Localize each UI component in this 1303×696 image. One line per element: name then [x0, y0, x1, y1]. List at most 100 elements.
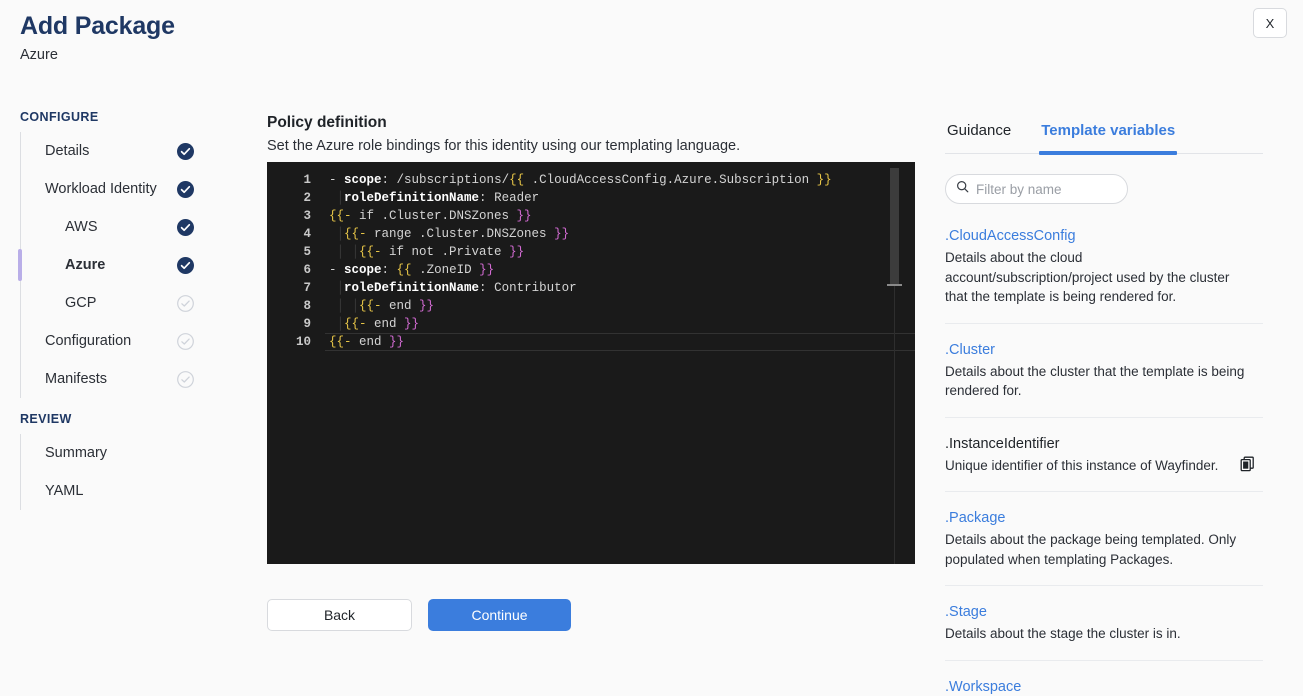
- sidebar-item-azure[interactable]: Azure: [18, 246, 240, 284]
- line-number: 1: [303, 173, 311, 187]
- line-number: 2: [303, 191, 311, 205]
- line-number: 5: [303, 245, 311, 259]
- line-content: - scope: /subscriptions/{{ .CloudAccessC…: [329, 173, 832, 187]
- section-description: Set the Azure role bindings for this ide…: [267, 138, 741, 154]
- wizard-actions: Back Continue: [267, 599, 571, 631]
- variable-name[interactable]: .Cluster: [945, 340, 1263, 360]
- code-line[interactable]: 1 - scope: /subscriptions/{{ .CloudAccess…: [267, 171, 915, 189]
- close-icon[interactable]: X: [1253, 8, 1287, 38]
- line-number: 3: [303, 209, 311, 223]
- code-line[interactable]: 8 │ │{{- end }}: [267, 297, 915, 315]
- right-panel-clip: Guidance Template variables Filter by nam…: [945, 118, 1275, 696]
- sidebar-item-label: YAML: [45, 483, 84, 499]
- sidebar-item-label: Workload Identity: [45, 181, 157, 197]
- line-content: {{- if .Cluster.DNSZones }}: [329, 209, 532, 223]
- variable-description: Details about the cloud account/subscrip…: [945, 250, 1230, 304]
- code-line[interactable]: 9 │{{- end }}: [267, 315, 915, 333]
- policy-definition-section: Policy definition Set the Azure role bin…: [267, 112, 907, 157]
- variable-description: Details about the stage the cluster is i…: [945, 626, 1181, 641]
- sidebar-item-label: Manifests: [45, 371, 108, 387]
- check-filled-icon: [177, 256, 194, 274]
- back-button[interactable]: Back: [267, 599, 412, 631]
- template-variable-item: .Cluster Details about the cluster that t…: [945, 340, 1263, 418]
- code-line[interactable]: 3 {{- if .Cluster.DNSZones }}: [267, 207, 915, 225]
- check-filled-icon: [177, 142, 194, 160]
- variable-name[interactable]: .Workspace: [945, 677, 1263, 696]
- sidebar-item-label: Azure: [65, 257, 106, 273]
- continue-button[interactable]: Continue: [428, 599, 571, 631]
- line-number: 9: [303, 317, 311, 331]
- code-lines[interactable]: 1 - scope: /subscriptions/{{ .CloudAccess…: [267, 162, 915, 351]
- variable-name[interactable]: .Package: [945, 508, 1263, 528]
- editor-scrollbar-thumb[interactable]: [890, 168, 899, 286]
- check-filled-icon: [177, 180, 194, 198]
- check-filled-icon: [177, 218, 194, 236]
- right-panel: Guidance Template variables Filter by nam…: [945, 118, 1263, 696]
- sidebar-item-details[interactable]: Details: [21, 132, 240, 170]
- line-number: 7: [303, 281, 311, 295]
- line-content: │roleDefinitionName: Reader: [329, 191, 540, 205]
- line-number: 6: [303, 263, 311, 277]
- sidebar-group-title: CONFIGURE: [20, 110, 99, 124]
- variable-name[interactable]: .Stage: [945, 602, 1263, 622]
- add-package-dialog: Add Package Azure X CONFIGURE Details Work…: [0, 0, 1303, 696]
- right-panel-tabs: Guidance Template variables: [945, 118, 1263, 155]
- sidebar-item-label: Details: [45, 143, 90, 159]
- sidebar-item-yaml[interactable]: YAML: [21, 472, 240, 510]
- code-line[interactable]: 5 │ │{{- if not .Private }}: [267, 243, 915, 261]
- page-title: Add Package: [20, 12, 175, 40]
- line-number: 4: [303, 227, 311, 241]
- line-content: │ │{{- if not .Private }}: [329, 245, 525, 259]
- line-content: │{{- end }}: [329, 317, 420, 331]
- code-line[interactable]: 6 - scope: {{ .ZoneID }}: [267, 261, 915, 279]
- variable-description: Details about the package being template…: [945, 532, 1237, 567]
- template-variable-item: .Package Details about the package being …: [945, 508, 1263, 586]
- sidebar-item-label: AWS: [65, 219, 98, 235]
- template-variables-list: .CloudAccessConfig Details about the clou…: [945, 226, 1263, 696]
- sidebar-item-aws[interactable]: AWS: [21, 208, 240, 246]
- variable-name[interactable]: .CloudAccessConfig: [945, 226, 1263, 246]
- tab-guidance[interactable]: Guidance: [945, 118, 1013, 153]
- check-outline-icon: [177, 370, 194, 388]
- variable-description: Unique identifier of this instance of Wa…: [945, 457, 1219, 473]
- line-content: │ │{{- end }}: [329, 299, 435, 313]
- search-input[interactable]: Filter by name: [945, 174, 1128, 204]
- sidebar-item-label: Summary: [45, 445, 108, 461]
- sidebar-item-summary[interactable]: Summary: [21, 434, 240, 472]
- line-content: │roleDefinitionName: Contributor: [329, 281, 577, 295]
- page-subtitle: Azure: [20, 47, 58, 63]
- wizard-sidebar: CONFIGURE Details Workload Identity AWS Azur…: [0, 110, 240, 510]
- search-icon: [956, 180, 969, 198]
- check-outline-icon: [177, 294, 194, 312]
- line-content: │{{- range .Cluster.DNSZones }}: [329, 227, 570, 241]
- policy-code-editor[interactable]: 1 - scope: /subscriptions/{{ .CloudAccess…: [267, 162, 915, 564]
- variable-description: Details about the cluster that the templ…: [945, 363, 1245, 399]
- sidebar-item-manifests[interactable]: Manifests: [21, 360, 240, 398]
- template-variable-item: .CloudAccessConfig Details about the clou…: [945, 226, 1263, 324]
- sidebar-item-configuration[interactable]: Configuration: [21, 322, 240, 360]
- active-indicator: [18, 249, 22, 281]
- copy-icon[interactable]: [1240, 456, 1255, 477]
- check-outline-icon: [177, 332, 194, 350]
- editor-scrollbar-marker: [887, 284, 902, 286]
- code-line[interactable]: 10 {{- end }}: [267, 333, 915, 351]
- sidebar-item-gcp[interactable]: GCP: [21, 284, 240, 322]
- template-variable-item: .WorkspaceDetails about the workspace th…: [945, 677, 1263, 696]
- sidebar-group-review: Summary YAML: [20, 434, 240, 510]
- line-number: 10: [295, 335, 311, 349]
- sidebar-item-label: GCP: [65, 295, 97, 311]
- line-number: 8: [303, 299, 311, 313]
- variable-name: .InstanceIdentifier: [945, 435, 1060, 452]
- template-variable-item: .Stage Details about the stage the cluste…: [945, 602, 1263, 661]
- sidebar-group-configure: Details Workload Identity AWS Azure GCP Confi…: [18, 132, 240, 398]
- code-line[interactable]: 2 │roleDefinitionName: Reader: [267, 189, 915, 207]
- template-variable-item: .InstanceIdentifier Unique identifier of …: [945, 434, 1263, 492]
- sidebar-group-title: REVIEW: [20, 412, 72, 426]
- sidebar-item-workload-identity[interactable]: Workload Identity: [21, 170, 240, 208]
- tab-template-variables[interactable]: Template variables: [1039, 118, 1178, 155]
- search-placeholder: Filter by name: [976, 181, 1062, 197]
- line-content: - scope: {{ .ZoneID }}: [329, 263, 495, 277]
- code-line[interactable]: 7 │roleDefinitionName: Contributor: [267, 279, 915, 297]
- code-line[interactable]: 4 │{{- range .Cluster.DNSZones }}: [267, 225, 915, 243]
